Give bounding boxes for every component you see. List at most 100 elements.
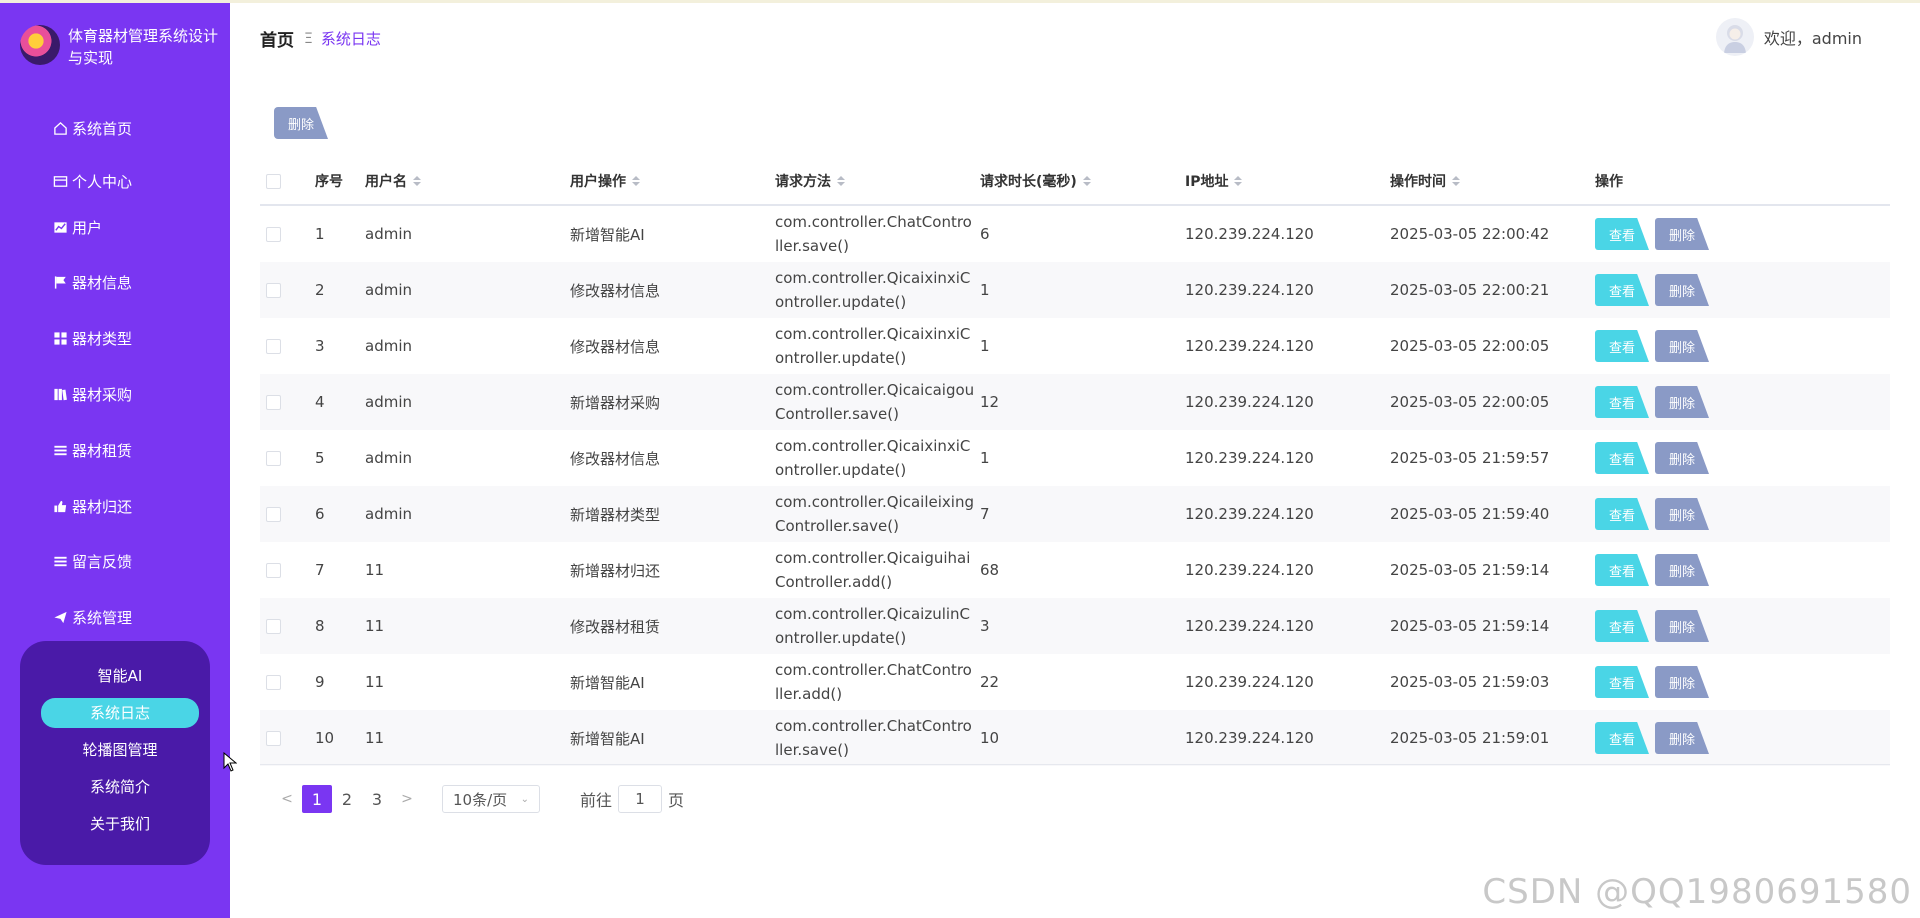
view-button[interactable]: 查看 (1595, 442, 1649, 474)
col-header-method[interactable]: 请求方法 (775, 158, 845, 204)
sidebar-item-label: 系统管理 (72, 608, 133, 627)
sort-icon (837, 176, 845, 186)
user-menu[interactable]: 欢迎，admin (1715, 18, 1862, 56)
avatar[interactable] (1715, 18, 1754, 56)
row-actions: 查看 删除 (1595, 318, 1709, 374)
delete-button[interactable]: 删除 (1655, 610, 1709, 642)
page-3-button[interactable]: 3 (362, 785, 392, 813)
view-button[interactable]: 查看 (1595, 666, 1649, 698)
breadcrumb: 首页 Ξ 系统日志 (260, 26, 381, 51)
submenu-item-about[interactable]: 关于我们 (41, 809, 199, 839)
delete-button[interactable]: 删除 (1655, 498, 1709, 530)
list-icon (52, 442, 68, 458)
goto-page-input[interactable] (618, 785, 663, 813)
sidebar-item-return[interactable]: 器材归还 (52, 491, 132, 521)
col-header-time[interactable]: 操作时间 (1390, 158, 1460, 204)
row-checkbox[interactable] (266, 206, 281, 262)
view-button[interactable]: 查看 (1595, 722, 1649, 754)
row-actions: 查看 删除 (1595, 542, 1709, 598)
col-header-user[interactable]: 用户名 (365, 158, 421, 204)
sidebar-item-equipment-type[interactable]: 器材类型 (52, 323, 132, 353)
delete-button[interactable]: 删除 (1655, 330, 1709, 362)
col-header-duration[interactable]: 请求时长(毫秒) (980, 158, 1091, 204)
view-button[interactable]: 查看 (1595, 498, 1649, 530)
submenu-item-system-log[interactable]: 系统日志 (41, 698, 199, 728)
row-actions: 查看 删除 (1595, 486, 1709, 542)
cell-method: com.controller.QicaicaigouController.sav… (775, 381, 975, 423)
sidebar: 体育器材管理系统设计与实现 系统首页 个人中心 用户 器材信息 器材类型 器材采… (0, 3, 230, 918)
cell-operation: 修改器材信息 (570, 449, 661, 468)
delete-button[interactable]: 删除 (1655, 554, 1709, 586)
next-page-button[interactable]: > (392, 785, 422, 813)
view-button[interactable]: 查看 (1595, 330, 1649, 362)
cell-operation: 新增智能AI (570, 729, 645, 748)
select-all-checkbox[interactable] (266, 158, 281, 204)
sidebar-item-system[interactable]: 系统管理 (52, 602, 132, 632)
table-row: 5 admin 修改器材信息 com.controller.QicaixinxiCon… (260, 430, 1890, 486)
table-row: 4 admin 新增器材采购 com.controller.QicaicaigouCo… (260, 374, 1890, 430)
table-row: 1 admin 新增智能AI com.controller.ChatControlle… (260, 206, 1890, 262)
submenu-item-ai[interactable]: 智能AI (41, 661, 199, 691)
delete-button[interactable]: 删除 (1655, 218, 1709, 250)
brand: 体育器材管理系统设计与实现 (20, 25, 218, 69)
row-checkbox[interactable] (266, 318, 281, 374)
cell-no: 1 (315, 225, 325, 243)
view-button[interactable]: 查看 (1595, 554, 1649, 586)
delete-button[interactable]: 删除 (1655, 666, 1709, 698)
cell-time: 2025-03-05 21:59:14 (1390, 617, 1550, 635)
sidebar-item-equipment-info[interactable]: 器材信息 (52, 267, 132, 297)
table-row: 9 11 新增智能AI com.controller.ChatController.a… (260, 654, 1890, 710)
app-logo (20, 25, 60, 65)
page-size-value: 10条/页 (453, 790, 508, 809)
submenu-item-intro[interactable]: 系统简介 (41, 772, 199, 802)
row-checkbox[interactable] (266, 598, 281, 654)
cell-no: 10 (315, 729, 335, 747)
thumb-icon (52, 498, 68, 514)
sidebar-item-users[interactable]: 用户 (52, 212, 102, 242)
send-icon (52, 609, 68, 625)
prev-page-button[interactable]: < (272, 785, 302, 813)
breadcrumb-home[interactable]: 首页 (260, 26, 294, 51)
app-title: 体育器材管理系统设计与实现 (68, 27, 219, 67)
cell-no: 6 (315, 505, 325, 523)
cell-duration: 6 (980, 225, 990, 243)
watermark: CSDN @QQ1980691580 (1482, 872, 1912, 912)
row-checkbox[interactable] (266, 710, 281, 766)
delete-button[interactable]: 删除 (1655, 386, 1709, 418)
cell-operation: 修改器材信息 (570, 337, 661, 356)
view-button[interactable]: 查看 (1595, 274, 1649, 306)
sidebar-item-profile[interactable]: 个人中心 (52, 166, 132, 196)
home-icon (52, 120, 68, 136)
row-checkbox[interactable] (266, 262, 281, 318)
row-checkbox[interactable] (266, 486, 281, 542)
delete-button[interactable]: 删除 (1655, 274, 1709, 306)
row-checkbox[interactable] (266, 430, 281, 486)
cell-time: 2025-03-05 22:00:21 (1390, 281, 1550, 299)
sidebar-item-rental[interactable]: 器材租赁 (52, 435, 132, 465)
delete-button[interactable]: 删除 (1655, 442, 1709, 474)
cell-time: 2025-03-05 22:00:05 (1390, 337, 1550, 355)
submenu-item-carousel[interactable]: 轮播图管理 (41, 735, 199, 765)
page-1-button[interactable]: 1 (302, 785, 332, 813)
row-checkbox[interactable] (266, 654, 281, 710)
page-2-button[interactable]: 2 (332, 785, 362, 813)
view-button[interactable]: 查看 (1595, 610, 1649, 642)
col-header-ip[interactable]: IP地址 (1185, 158, 1243, 204)
sidebar-item-home[interactable]: 系统首页 (52, 113, 132, 143)
row-checkbox[interactable] (266, 374, 281, 430)
view-button[interactable]: 查看 (1595, 386, 1649, 418)
cell-no: 5 (315, 449, 325, 467)
view-button[interactable]: 查看 (1595, 218, 1649, 250)
page-size-select[interactable]: 10条/页 ⌄ (442, 785, 540, 813)
cell-ip: 120.239.224.120 (1185, 505, 1314, 523)
col-header-operation[interactable]: 用户操作 (570, 158, 640, 204)
goto-page: 前往 页 (580, 785, 684, 813)
sidebar-item-purchase[interactable]: 器材采购 (52, 379, 132, 409)
batch-delete-button[interactable]: 删除 (274, 107, 328, 139)
cell-duration: 1 (980, 449, 990, 467)
cell-method: com.controller.ChatController.save() (775, 213, 972, 255)
row-checkbox[interactable] (266, 542, 281, 598)
sidebar-item-label: 系统首页 (72, 119, 133, 138)
delete-button[interactable]: 删除 (1655, 722, 1709, 754)
sidebar-item-feedback[interactable]: 留言反馈 (52, 546, 132, 576)
